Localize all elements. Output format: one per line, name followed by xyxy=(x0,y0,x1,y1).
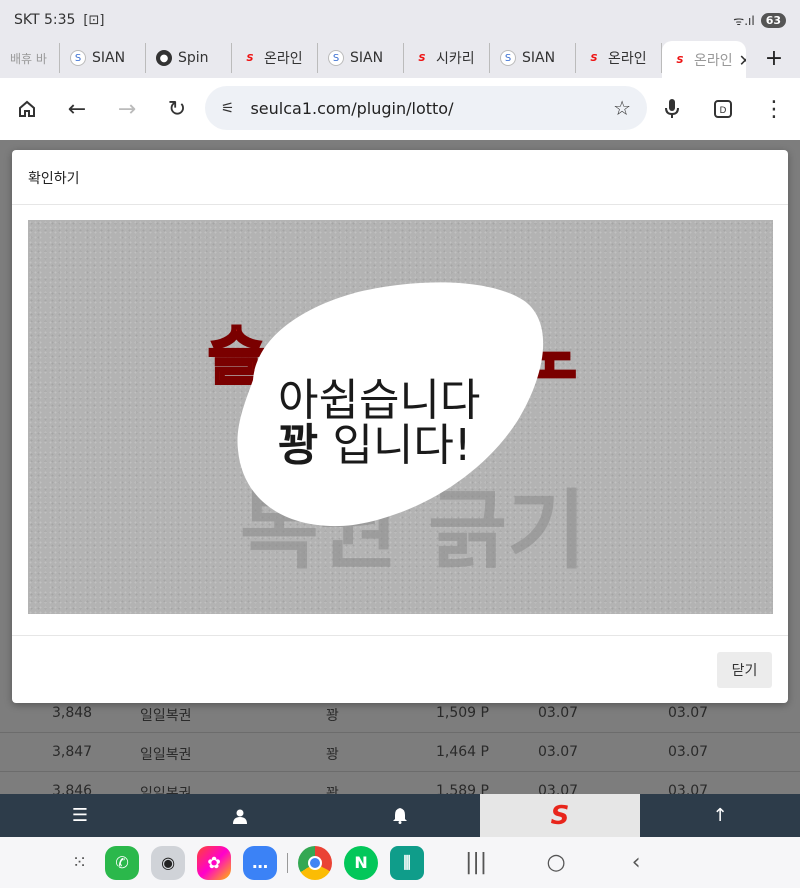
menu-icon[interactable]: ☰ xyxy=(0,794,160,837)
url-text: seulca1.com/plugin/lotto/ xyxy=(250,98,454,118)
tab-1[interactable]: 배휴 바 xyxy=(0,43,60,73)
sian-icon: S xyxy=(328,50,344,66)
recent-apps-icon[interactable]: ||| xyxy=(436,850,516,875)
android-taskbar: ⁙ ✆ ◉ ✿ … N ⫼ ||| ○ ‹ xyxy=(0,837,800,888)
new-tab-button[interactable]: + xyxy=(754,46,794,71)
tab-label: SIAN xyxy=(522,50,556,66)
scratch-card[interactable]: 복권 긁기 슬 노 아쉽습니다 꽝 입니다! xyxy=(28,220,773,614)
s-logo-icon: S xyxy=(550,800,570,831)
sian-icon: S xyxy=(70,50,86,66)
result-message-bold: 꽝 xyxy=(278,420,318,471)
modal-footer: 닫기 xyxy=(12,635,788,703)
home-icon[interactable] xyxy=(2,84,52,134)
site-bottom-nav: ☰ S ↑ xyxy=(0,794,800,837)
tab-8[interactable]: S 온라인 xyxy=(576,43,662,73)
tab-label: 온라인 xyxy=(264,51,303,67)
s-logo-icon: S xyxy=(676,54,684,66)
tab-switcher-icon[interactable]: D xyxy=(698,84,748,134)
tab-3[interactable]: ● Spin xyxy=(146,43,232,73)
s-logo-icon: S xyxy=(590,52,598,64)
result-message-line1: 아쉽습니다 xyxy=(278,375,480,426)
tab-label: 배휴 바 xyxy=(10,51,47,66)
home-nav-icon[interactable]: ○ xyxy=(516,850,596,875)
tab-5[interactable]: S SIAN xyxy=(318,43,404,73)
browser-toolbar: ← → ↻ ⚟ seulca1.com/plugin/lotto/ ☆ D ⋮ xyxy=(0,78,800,140)
close-button[interactable]: 닫기 xyxy=(717,652,772,688)
phone-app-icon[interactable]: ✆ xyxy=(105,845,140,880)
svg-text:꽝 입니다!: 꽝 입니다! xyxy=(278,420,472,471)
site-settings-icon[interactable]: ⚟ xyxy=(221,99,234,117)
close-tab-icon[interactable]: ✕ xyxy=(739,51,746,70)
address-bar[interactable]: ⚟ seulca1.com/plugin/lotto/ ☆ xyxy=(205,86,647,130)
bell-icon[interactable] xyxy=(320,794,480,837)
tab-label: 온라인 xyxy=(608,51,647,67)
reload-icon[interactable]: ↻ xyxy=(152,84,202,134)
user-icon[interactable] xyxy=(160,794,320,837)
table-row: 3,846 일일복권 꽝 1,589 P 03.07 03.07 xyxy=(0,771,800,794)
tab-label: Spin xyxy=(178,50,209,66)
chrome-app-icon[interactable] xyxy=(298,845,333,880)
misc-app-icon[interactable]: ⫼ xyxy=(390,845,425,880)
tab-4[interactable]: S 온라인 xyxy=(232,43,318,73)
signal-icon: ᯤ.ıl xyxy=(733,13,755,28)
home-logo-button[interactable]: S xyxy=(480,794,640,837)
globe-icon: ● xyxy=(156,50,172,66)
battery-icon: 63 xyxy=(760,12,786,28)
back-nav-icon[interactable]: ‹ xyxy=(596,850,676,875)
tab-label: SIAN xyxy=(350,50,384,66)
tab-label: 시카리 xyxy=(436,51,475,67)
svg-text:D: D xyxy=(720,106,727,116)
back-icon[interactable]: ← xyxy=(52,84,102,134)
tab-label: SIAN xyxy=(92,50,126,66)
more-menu-icon[interactable]: ⋮ xyxy=(749,84,799,134)
app-drawer-icon[interactable]: ⁙ xyxy=(72,852,87,873)
forward-icon[interactable]: → xyxy=(102,84,152,134)
naver-app-icon[interactable]: N xyxy=(344,845,379,880)
s-logo-icon: S xyxy=(246,52,254,64)
confirm-modal: 확인하기 복권 긁기 슬 노 아쉽습니다 꽝 입니다! 닫기 xyxy=(12,150,788,703)
tab-label: 온라인 xyxy=(694,53,733,69)
sian-icon: S xyxy=(500,50,516,66)
tab-2[interactable]: S SIAN xyxy=(60,43,146,73)
camera-app-icon[interactable]: ◉ xyxy=(151,845,186,880)
modal-title: 확인하기 xyxy=(28,171,80,187)
modal-header: 확인하기 xyxy=(12,150,788,205)
tab-strip: 배휴 바 S SIAN ● Spin S 온라인 S SIAN S 시카리 S … xyxy=(0,38,800,79)
messages-app-icon[interactable]: … xyxy=(243,845,278,880)
bookmark-star-icon[interactable]: ☆ xyxy=(613,96,631,120)
scroll-top-icon[interactable]: ↑ xyxy=(640,794,800,837)
status-bar: SKT 5:35 [⊡] ᯤ.ıl 63 xyxy=(0,0,800,40)
table-row: 3,847 일일복권 꽝 1,464 P 03.07 03.07 xyxy=(0,732,800,772)
tab-active[interactable]: S 온라인 ✕ xyxy=(662,41,746,79)
carrier-time: SKT 5:35 xyxy=(14,12,76,28)
mic-icon[interactable] xyxy=(647,84,697,134)
taskbar-divider xyxy=(287,852,289,873)
screenshot-icon: [⊡] xyxy=(83,12,105,28)
tab-7[interactable]: S SIAN xyxy=(490,43,576,73)
gallery-app-icon[interactable]: ✿ xyxy=(197,845,232,880)
s-logo-icon: S xyxy=(418,52,426,64)
tab-6[interactable]: S 시카리 xyxy=(404,43,490,73)
result-message-rest: 입니다! xyxy=(318,420,471,471)
